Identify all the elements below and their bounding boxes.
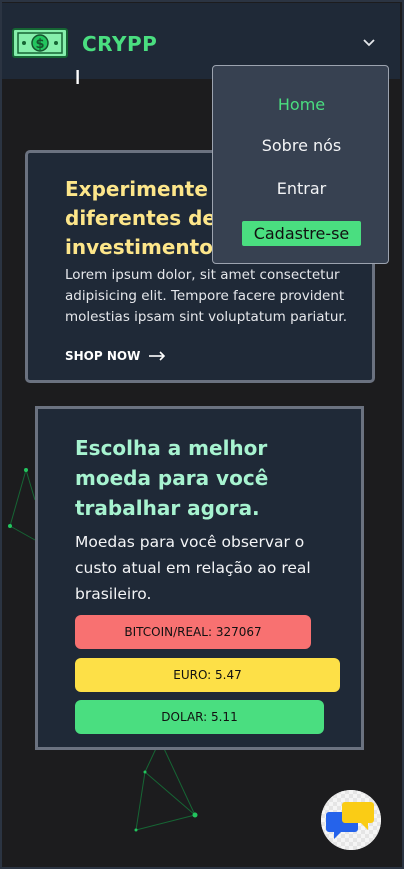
chat-button[interactable] — [321, 790, 381, 850]
chat-bubbles-icon — [321, 790, 381, 850]
currencies-card-title: Escolha a melhor moeda para você trabalh… — [75, 436, 269, 520]
chevron-down-icon[interactable] — [362, 38, 376, 48]
investments-card-description: Lorem ipsum dolor, sit amet consectetur … — [65, 267, 347, 325]
rate-badge-bitcoin: BITCOIN/REAL: 327067 — [75, 615, 311, 649]
money-bill-icon[interactable]: $ — [12, 27, 68, 59]
rate-badge-dolar: DOLAR: 5.11 — [75, 700, 324, 734]
hidden-heading-fragment: ı — [74, 68, 82, 84]
rate-label: DOLAR: 5.11 — [161, 710, 238, 724]
arrow-right-icon — [149, 351, 166, 361]
rate-badge-euro: EURO: 5.47 — [75, 658, 340, 692]
rate-label: EURO: 5.47 — [173, 668, 242, 682]
currencies-card: Escolha a melhor moeda para você trabalh… — [35, 406, 364, 750]
shop-now-label: SHOP NOW — [65, 349, 141, 363]
brand-name[interactable]: CRYPP — [82, 32, 157, 56]
nav-item-entrar[interactable]: Entrar — [213, 179, 390, 198]
nav-item-home[interactable]: Home — [213, 95, 390, 114]
nav-item-sobre-nos[interactable]: Sobre nós — [213, 136, 390, 155]
svg-text:$: $ — [35, 37, 44, 52]
rate-label: BITCOIN/REAL: 327067 — [124, 625, 262, 639]
dropdown-nav-menu: Home Sobre nós Entrar Cadastre-se — [212, 65, 389, 264]
shop-now-link[interactable]: SHOP NOW — [65, 349, 166, 363]
currencies-card-description: Moedas para você observar o custo atual … — [75, 533, 311, 603]
signup-button[interactable]: Cadastre-se — [242, 221, 361, 246]
